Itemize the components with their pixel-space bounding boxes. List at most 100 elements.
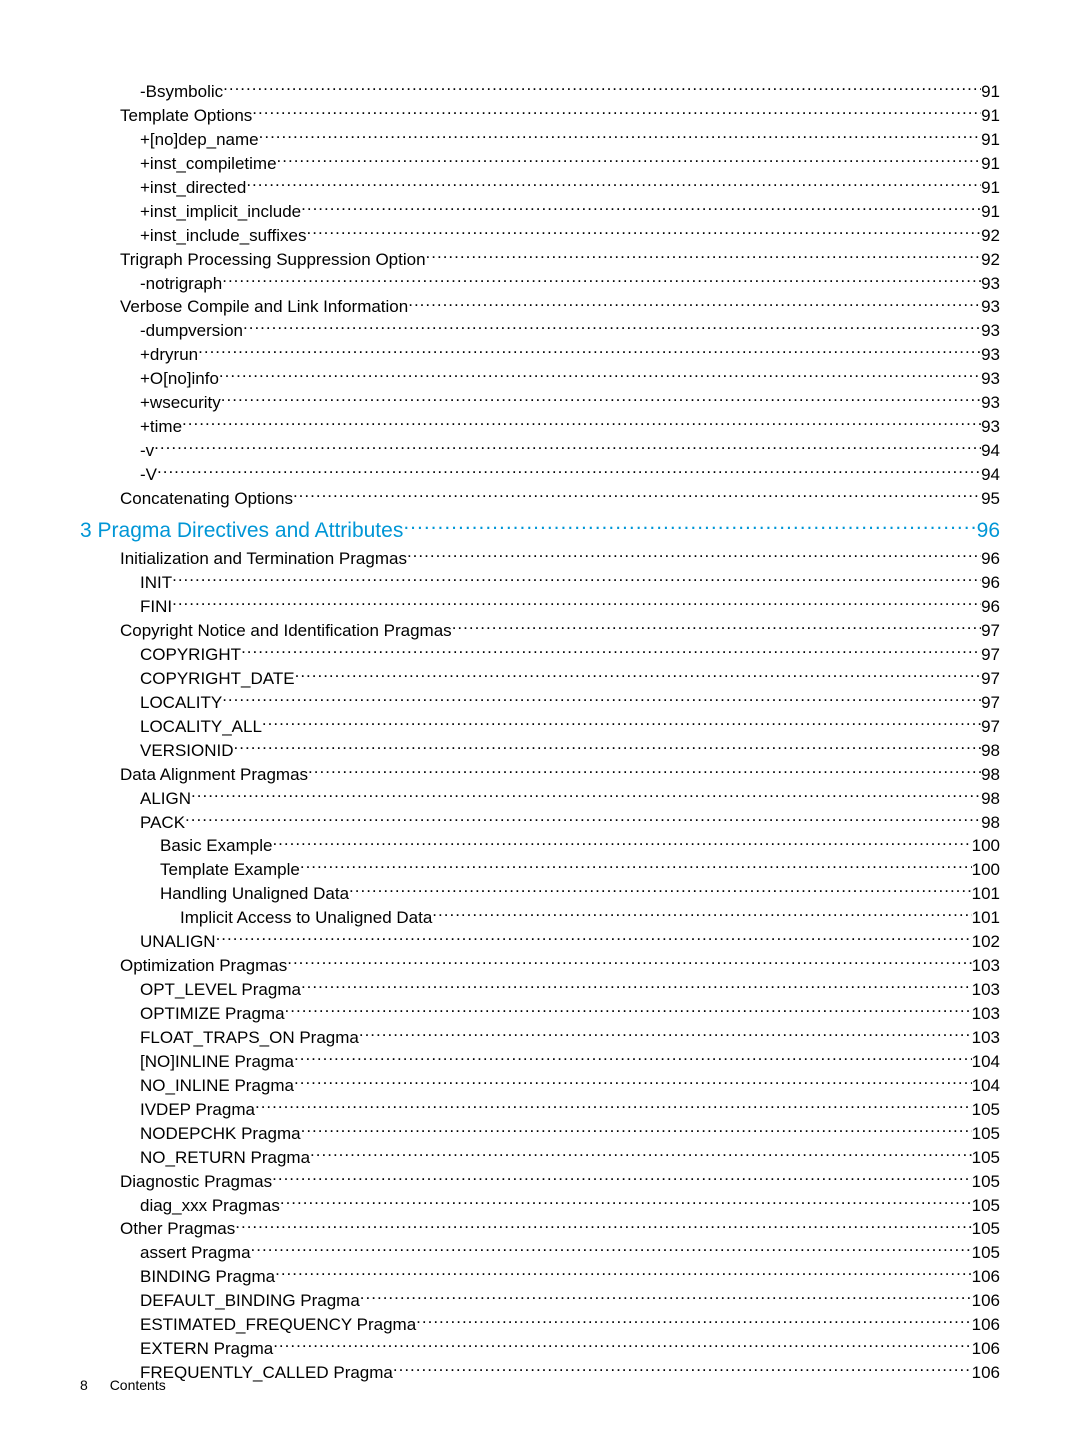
toc-entry-label: Trigraph Processing Suppression Option	[120, 249, 426, 272]
toc-entry[interactable]: Diagnostic Pragmas105	[80, 1170, 1000, 1194]
toc-leader-dots	[294, 1050, 972, 1067]
toc-entry[interactable]: Basic Example100	[80, 834, 1000, 858]
toc-entry-page: 98	[981, 764, 1000, 787]
toc-entry[interactable]: Trigraph Processing Suppression Option92	[80, 248, 1000, 272]
toc-leader-dots	[154, 439, 981, 456]
toc-entry[interactable]: Verbose Compile and Link Information93	[80, 295, 1000, 319]
toc-entry[interactable]: +[no]dep_name91	[80, 128, 1000, 152]
toc-entry[interactable]: -V94	[80, 463, 1000, 487]
toc-leader-dots	[255, 1098, 972, 1115]
toc-entry[interactable]: Concatenating Options95	[80, 487, 1000, 511]
toc-entry[interactable]: +inst_compiletime91	[80, 152, 1000, 176]
toc-leader-dots	[172, 595, 981, 612]
page-body: -Bsymbolic91Template Options91+[no]dep_n…	[0, 0, 1080, 1385]
toc-entry-label: COPYRIGHT_DATE	[140, 668, 295, 691]
toc-entry[interactable]: LOCALITY97	[80, 691, 1000, 715]
toc-entry-label: FREQUENTLY_CALLED Pragma	[140, 1362, 393, 1385]
toc-entry[interactable]: +O[no]info93	[80, 367, 1000, 391]
toc-leader-dots	[259, 128, 981, 145]
toc-entry[interactable]: Optimization Pragmas 103	[80, 954, 1000, 978]
toc-entry[interactable]: -notrigraph93	[80, 272, 1000, 296]
toc-entry[interactable]: FINI96	[80, 595, 1000, 619]
toc-entry-page: 92	[981, 225, 1000, 248]
toc-entry-label: Diagnostic Pragmas	[120, 1171, 272, 1194]
toc-entry[interactable]: UNALIGN102	[80, 930, 1000, 954]
toc-entry[interactable]: 3 Pragma Directives and Attributes96	[80, 517, 1000, 545]
toc-entry[interactable]: IVDEP Pragma105	[80, 1098, 1000, 1122]
toc-leader-dots	[359, 1026, 972, 1043]
toc-leader-dots	[272, 1170, 972, 1187]
toc-entry-page: 96	[981, 572, 1000, 595]
toc-entry[interactable]: OPT_LEVEL Pragma103	[80, 978, 1000, 1002]
toc-entry[interactable]: assert Pragma105	[80, 1241, 1000, 1265]
toc-leader-dots	[273, 1337, 971, 1354]
toc-entry[interactable]: NO_RETURN Pragma105	[80, 1146, 1000, 1170]
toc-entry[interactable]: Copyright Notice and Identification Prag…	[80, 619, 1000, 643]
toc-entry-page: 103	[972, 979, 1000, 1002]
toc-entry[interactable]: -Bsymbolic91	[80, 80, 1000, 104]
toc-entry[interactable]: COPYRIGHT97	[80, 643, 1000, 667]
toc-entry[interactable]: FREQUENTLY_CALLED Pragma106	[80, 1361, 1000, 1385]
toc-entry[interactable]: +inst_implicit_include91	[80, 200, 1000, 224]
toc-entry[interactable]: COPYRIGHT_DATE97	[80, 667, 1000, 691]
toc-entry[interactable]: [NO]INLINE Pragma104	[80, 1050, 1000, 1074]
toc-entry[interactable]: BINDING Pragma106	[80, 1265, 1000, 1289]
toc-leader-dots	[426, 248, 982, 265]
toc-entry[interactable]: -v94	[80, 439, 1000, 463]
toc-leader-dots	[275, 1265, 972, 1282]
toc-entry[interactable]: Data Alignment Pragmas 98	[80, 763, 1000, 787]
toc-entry[interactable]: +wsecurity93	[80, 391, 1000, 415]
toc-entry[interactable]: +dryrun93	[80, 343, 1000, 367]
toc-entry-label: BINDING Pragma	[140, 1266, 275, 1289]
toc-entry[interactable]: OPTIMIZE Pragma103	[80, 1002, 1000, 1026]
toc-entry-page: 106	[972, 1338, 1000, 1361]
toc-entry-page: 94	[981, 464, 1000, 487]
toc-entry[interactable]: -dumpversion93	[80, 319, 1000, 343]
toc-entry[interactable]: Template Example 100	[80, 858, 1000, 882]
toc-leader-dots	[182, 415, 981, 432]
toc-entry[interactable]: Initialization and Termination Pragmas96	[80, 547, 1000, 571]
toc-leader-dots	[301, 200, 981, 217]
toc-entry[interactable]: NODEPCHK Pragma105	[80, 1122, 1000, 1146]
toc-entry-label: Data Alignment Pragmas	[120, 764, 308, 787]
toc-leader-dots	[221, 391, 981, 408]
toc-leader-dots	[310, 1146, 972, 1163]
toc-entry[interactable]: Other Pragmas105	[80, 1217, 1000, 1241]
toc-entry[interactable]: VERSIONID98	[80, 739, 1000, 763]
toc-entry-page: 93	[981, 320, 1000, 343]
toc-entry[interactable]: ESTIMATED_FREQUENCY Pragma106	[80, 1313, 1000, 1337]
toc-entry-label: diag_xxx Pragmas	[140, 1195, 280, 1218]
toc-entry[interactable]: DEFAULT_BINDING Pragma106	[80, 1289, 1000, 1313]
toc-entry[interactable]: +inst_include_suffixes92	[80, 224, 1000, 248]
toc-entry[interactable]: PACK 98	[80, 811, 1000, 835]
toc-entry[interactable]: INIT96	[80, 571, 1000, 595]
toc-leader-dots	[235, 1217, 971, 1234]
toc-entry[interactable]: Template Options91	[80, 104, 1000, 128]
toc-entry-label: VERSIONID	[140, 740, 234, 763]
toc-leader-dots	[262, 715, 981, 732]
toc-leader-dots	[246, 176, 981, 193]
toc-entry[interactable]: Implicit Access to Unaligned Data101	[80, 906, 1000, 930]
toc-entry-page: 91	[981, 81, 1000, 104]
toc-entry[interactable]: +time93	[80, 415, 1000, 439]
toc-entry[interactable]: EXTERN Pragma106	[80, 1337, 1000, 1361]
toc-entry[interactable]: FLOAT_TRAPS_ON Pragma103	[80, 1026, 1000, 1050]
toc-entry-label: Optimization Pragmas	[120, 955, 287, 978]
toc-entry[interactable]: Handling Unaligned Data101	[80, 882, 1000, 906]
toc-entry-page: 100	[972, 835, 1000, 858]
toc-entry-page: 106	[972, 1290, 1000, 1313]
toc-entry-label: [NO]INLINE Pragma	[140, 1051, 294, 1074]
toc-leader-dots	[172, 571, 981, 588]
toc-entry[interactable]: +inst_directed91	[80, 176, 1000, 200]
toc-entry-label: Template Example	[160, 859, 300, 882]
toc-leader-dots	[300, 858, 972, 875]
toc-entry-page: 103	[972, 955, 1000, 978]
toc-leader-dots	[295, 667, 981, 684]
toc-entry[interactable]: ALIGN98	[80, 787, 1000, 811]
toc-leader-dots	[293, 487, 981, 504]
toc-entry[interactable]: diag_xxx Pragmas105	[80, 1194, 1000, 1218]
toc-entry[interactable]: LOCALITY_ALL97	[80, 715, 1000, 739]
toc-entry[interactable]: NO_INLINE Pragma104	[80, 1074, 1000, 1098]
toc-entry-page: 100	[972, 859, 1000, 882]
toc-entry-page: 98	[981, 812, 1000, 835]
